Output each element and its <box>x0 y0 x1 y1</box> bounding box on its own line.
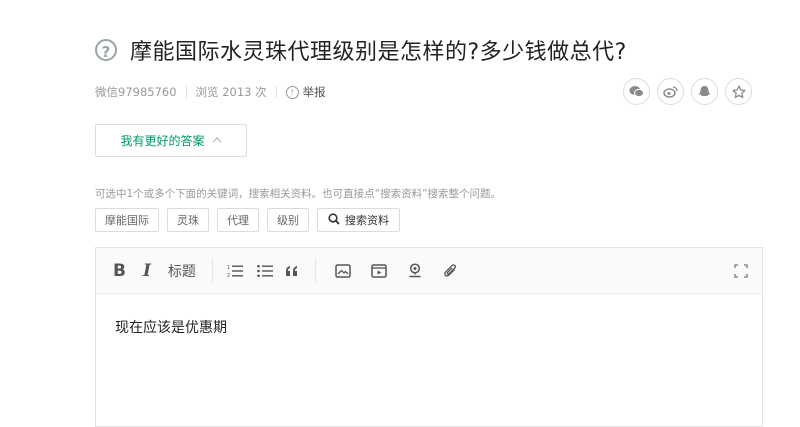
heading-button[interactable]: 标题 <box>168 248 196 293</box>
unordered-list-icon[interactable] <box>257 248 273 293</box>
report-link[interactable]: ! 举报 <box>285 84 326 100</box>
question-meta: 微信97985760 浏览 2013 次 ! 举报 <box>95 84 326 100</box>
keyword-tags: 摩能国际 灵珠 代理 级别 搜索资料 <box>95 208 400 232</box>
divider <box>185 86 187 98</box>
keyword-tag[interactable]: 灵珠 <box>167 208 209 232</box>
media-group <box>316 248 462 293</box>
question-circle-icon: ? <box>95 39 117 61</box>
svg-text:2: 2 <box>227 273 230 278</box>
keyword-tag[interactable]: 级别 <box>267 208 309 232</box>
weibo-icon[interactable] <box>657 78 684 105</box>
keyword-tag[interactable]: 代理 <box>217 208 259 232</box>
svg-text:1: 1 <box>227 265 230 271</box>
fullscreen-icon[interactable] <box>734 248 748 293</box>
keyword-tag[interactable]: 摩能国际 <box>95 208 159 232</box>
qq-icon[interactable] <box>691 78 718 105</box>
list-group: 12 <box>213 248 315 293</box>
share-bar <box>623 78 752 105</box>
chevron-up-icon <box>212 135 222 146</box>
editor-toolbar: B I 标题 12 <box>96 248 762 294</box>
attachment-icon[interactable] <box>440 248 462 293</box>
alert-icon: ! <box>285 85 299 99</box>
divider <box>275 86 277 98</box>
ordered-list-icon[interactable]: 12 <box>227 248 243 293</box>
editor-content[interactable]: 现在应该是优惠期 <box>96 294 762 360</box>
star-icon[interactable] <box>725 78 752 105</box>
search-icon <box>328 212 340 228</box>
wechat-icon[interactable] <box>623 78 650 105</box>
question-header: ? 摩能国际水灵珠代理级别是怎样的?多少钱做总代? <box>95 34 627 66</box>
italic-button[interactable]: I <box>143 248 151 293</box>
better-answer-label: 我有更好的答案 <box>120 134 205 148</box>
question-title: 摩能国际水灵珠代理级别是怎样的?多少钱做总代? <box>130 40 627 65</box>
image-icon[interactable] <box>332 248 354 293</box>
location-icon[interactable] <box>404 248 426 293</box>
search-materials-button[interactable]: 搜索资料 <box>317 208 400 232</box>
video-icon[interactable] <box>368 248 390 293</box>
author-name[interactable]: 微信97985760 <box>95 84 177 100</box>
better-answer-button[interactable]: 我有更好的答案 <box>95 124 247 157</box>
keyword-hint: 可选中1个或多个下面的关键词，搜索相关资料。也可直接点“搜索资料”搜索整个问题。 <box>95 188 502 200</box>
answer-editor: B I 标题 12 现在应该是优惠期 <box>95 247 763 427</box>
text-format-group: B I 标题 <box>96 248 212 293</box>
search-materials-label: 搜索资料 <box>345 214 389 227</box>
bold-button[interactable]: B <box>113 248 126 293</box>
quote-icon[interactable] <box>285 248 299 293</box>
report-label: 举报 <box>302 85 326 99</box>
view-count: 浏览 2013 次 <box>195 85 267 99</box>
